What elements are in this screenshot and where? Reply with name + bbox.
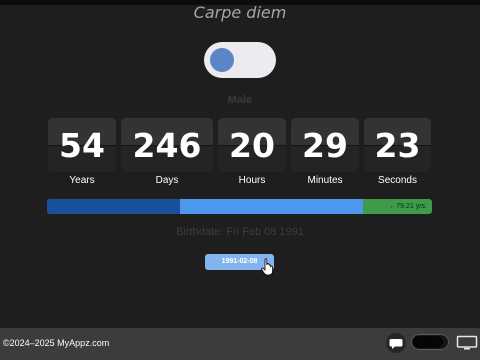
seconds-label: Seconds — [378, 175, 417, 186]
minutes-value: 29 — [302, 126, 348, 165]
hours-label: Hours — [238, 175, 266, 186]
app-title: Carpe diem — [193, 3, 287, 22]
years-label: Years — [69, 175, 95, 186]
hand-cursor-icon — [261, 258, 273, 276]
seconds-tile: 23 — [364, 118, 431, 172]
birthdate-text: Birthdate: Fri Feb 08 1991 — [176, 226, 304, 238]
copyright-text: ©2024–2025 MyAppz.com — [3, 338, 110, 348]
dark-mode-toggle[interactable] — [411, 334, 449, 350]
days-tile: 246 — [121, 118, 213, 172]
seconds-value: 23 — [374, 126, 421, 165]
hours-value: 20 — [229, 126, 275, 165]
years-value: 54 — [59, 126, 105, 165]
gender-toggle[interactable] — [204, 42, 276, 78]
progress-segment-lived — [47, 199, 180, 214]
footer: ©2024–2025 MyAppz.com — [0, 328, 480, 360]
dark-toggle-knob[interactable] — [413, 336, 443, 348]
life-progress-bar: ←79.21 yrs. — [47, 199, 432, 214]
screen-icon[interactable] — [456, 335, 478, 351]
hours-tile: 20 — [218, 118, 286, 172]
minutes-label: Minutes — [307, 175, 343, 186]
days-value: 246 — [132, 126, 202, 165]
gender-label: Male — [227, 94, 253, 106]
minutes-tile: 29 — [291, 118, 359, 172]
progress-segment-current — [180, 199, 363, 214]
years-remaining-label: ←79.21 yrs. — [389, 203, 427, 210]
years-tile: 54 — [48, 118, 116, 172]
chat-icon — [389, 339, 403, 349]
chat-button[interactable] — [386, 333, 406, 353]
days-label: Days — [155, 175, 179, 186]
toggle-knob[interactable] — [210, 48, 234, 72]
